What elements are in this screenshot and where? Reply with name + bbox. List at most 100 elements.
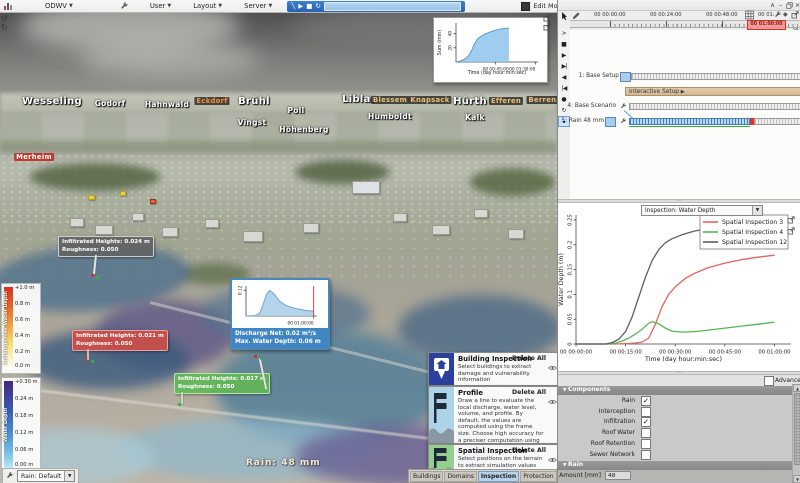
scroll-up-icon[interactable]: ▲ <box>793 384 800 392</box>
scenario-node[interactable] <box>605 117 616 127</box>
delete-all-button[interactable]: Delete All <box>512 389 546 396</box>
3d-viewport[interactable]: ↺ ↻ Wesseling Godorf Hahnwald Eckdorf Br… <box>0 13 557 483</box>
spatial-inspection-tooltip[interactable]: Infiltrated Heights: 0.021 m Roughness: … <box>72 330 168 351</box>
component-checkbox-roof-water[interactable] <box>641 428 651 439</box>
amount-input[interactable] <box>605 471 631 480</box>
rain-preset-select[interactable]: Rain: Default ▼ <box>17 470 76 482</box>
visibility-eye-icon[interactable] <box>548 365 557 371</box>
scenario-timeline-area[interactable] <box>570 30 800 199</box>
scenario-track[interactable] <box>631 73 800 80</box>
cursor-tool-icon[interactable] <box>561 12 568 21</box>
interactive-setup-bar[interactable]: Interactive Setup ▶ <box>625 87 800 96</box>
visibility-eye-icon[interactable] <box>548 399 557 405</box>
building <box>132 213 144 221</box>
wrench-icon[interactable] <box>774 11 782 19</box>
rain-section-header[interactable]: ▼ Rain <box>558 461 792 470</box>
component-checkbox-rain[interactable] <box>641 396 651 406</box>
major-tick <box>666 21 667 27</box>
close-icon[interactable]: × <box>794 1 800 9</box>
scenario-label-base-setup[interactable]: 1: Base Setup <box>561 73 619 79</box>
component-checkbox-interception[interactable] <box>641 406 651 417</box>
pen-tool-icon[interactable] <box>572 12 580 20</box>
legend-water-depth: Water Depth +0.30 m 0.24 m 0.18 m 0.12 m… <box>1 377 41 473</box>
scenario-label-rain-48mm[interactable]: 5: Rain 48 mm <box>558 118 604 124</box>
scrollbar[interactable]: ▲ ▼ <box>792 384 800 483</box>
advanced-checkbox[interactable] <box>764 376 774 386</box>
scenario-track[interactable] <box>754 118 800 125</box>
component-checkbox-sewer-network[interactable] <box>641 449 651 460</box>
profile-inspection-popup[interactable]: 0.12 00 01:00:00 Discharge Net: 0.02 m³/s… <box>230 278 330 350</box>
tooltip-line: Infiltrated Heights: 0.024 m <box>62 239 150 245</box>
max-water-depth-value: Max. Water Depth: 0.06 m <box>235 339 321 345</box>
refresh-icon[interactable]: ↻ <box>315 1 320 12</box>
popout-icon[interactable] <box>543 23 551 31</box>
grid-view-icon[interactable] <box>744 10 755 20</box>
scenario-track[interactable] <box>629 103 800 110</box>
popout-icon[interactable] <box>543 14 551 22</box>
spatial-inspection-tooltip[interactable]: Infiltrated Heights: 0.024 m Roughness: … <box>58 236 154 257</box>
visibility-eye-icon[interactable] <box>548 457 557 463</box>
delete-all-button[interactable]: Delete All <box>512 355 546 362</box>
menu-layout[interactable]: Layout ▼ <box>190 2 225 10</box>
undo-icon[interactable]: ↺ <box>1 14 8 23</box>
restore-window-icon[interactable] <box>786 2 793 9</box>
tab-buildings[interactable]: Buildings <box>410 470 444 482</box>
popout-icon[interactable] <box>787 227 795 235</box>
delete-all-button[interactable]: Delete All <box>512 447 546 454</box>
simulation-toolbar: ╲ ▶ ■ ↻ <box>287 0 466 12</box>
card-description: Select buildings to extract damage and v… <box>458 364 532 384</box>
menu-odwv[interactable]: ODWV ▼ <box>42 2 76 10</box>
wrench-icon[interactable] <box>620 103 627 110</box>
timeline-tick-label: 00 00:00:00 <box>594 12 626 18</box>
edit-mode-checkbox[interactable] <box>521 1 531 11</box>
major-tick <box>722 21 723 27</box>
inspection-selector[interactable]: Inspection: Water Depth ▼ <box>641 205 763 216</box>
wrench-icon[interactable] <box>620 118 627 125</box>
component-checkbox-infiltration[interactable] <box>641 417 651 428</box>
current-time-badge[interactable]: 00 01:00:00 <box>747 20 786 30</box>
play-icon[interactable]: ▶ <box>298 1 303 12</box>
collapse-icon[interactable]: ∧ <box>769 1 776 9</box>
expand-icon[interactable]: > <box>558 28 570 39</box>
draw-tool-icon[interactable]: ╲ <box>291 1 295 12</box>
stop-button[interactable]: ■ <box>558 39 570 50</box>
profile-discharge-chart: 0.12 00 01:00:00 <box>238 285 317 326</box>
popout-icon[interactable] <box>791 11 799 19</box>
stop-icon[interactable]: ■ <box>306 1 312 12</box>
play-button[interactable]: ▶ <box>558 50 570 61</box>
menu-user[interactable]: User ▼ <box>147 2 174 10</box>
popout-icon[interactable] <box>787 216 795 224</box>
svg-text:00 00:45:00: 00 00:45:00 <box>709 349 742 355</box>
component-checkbox-roof-retention[interactable] <box>641 438 651 449</box>
minimize-icon[interactable]: – <box>777 1 784 9</box>
scroll-down-icon[interactable]: ▼ <box>793 475 800 483</box>
tooltip-line: Roughness: 0.050 <box>76 340 133 347</box>
tab-domains[interactable]: Domains <box>444 470 477 482</box>
legend-tick: 0.12 m <box>15 430 34 436</box>
menu-server[interactable]: Server ▼ <box>241 2 275 10</box>
scenario-node[interactable] <box>620 72 631 82</box>
scenario-track-computed[interactable] <box>629 118 750 125</box>
components-header[interactable]: ▼ Components <box>558 386 792 395</box>
legend-tick: +0.30 m <box>15 379 38 385</box>
simulation-progress-bar[interactable] <box>323 1 462 11</box>
svg-text:00 01:00:00: 00 01:00:00 <box>758 349 791 355</box>
wrench-icon[interactable] <box>120 1 129 11</box>
scenario-label-base-scenario[interactable]: 4: Base Scenario <box>558 103 616 109</box>
step-forward-button[interactable]: ▶| <box>558 61 570 72</box>
chevron-down-icon: ▼ <box>64 471 75 481</box>
legend-tick: 0.4 m <box>15 333 30 339</box>
profile-card: Profile Delete All Draw a line to evalua… <box>428 386 557 470</box>
legend-title: Water Depth <box>4 407 9 443</box>
sample-marker <box>91 274 94 277</box>
redo-icon[interactable]: ↻ <box>1 23 8 32</box>
tab-inspection[interactable]: Inspection <box>477 470 520 482</box>
scroll-thumb[interactable] <box>793 393 800 465</box>
legend-tick: 0.6 m <box>15 317 30 323</box>
diamond-icon[interactable]: ◆ <box>783 11 788 18</box>
wrench-icon[interactable] <box>6 472 14 480</box>
spatial-inspection-tooltip[interactable]: Infiltrated Heights: 0.017 m Roughness: … <box>174 373 270 394</box>
tree-cluster <box>470 168 555 196</box>
step-back-button[interactable]: |◀ <box>558 83 570 94</box>
building-highlight <box>120 191 126 196</box>
